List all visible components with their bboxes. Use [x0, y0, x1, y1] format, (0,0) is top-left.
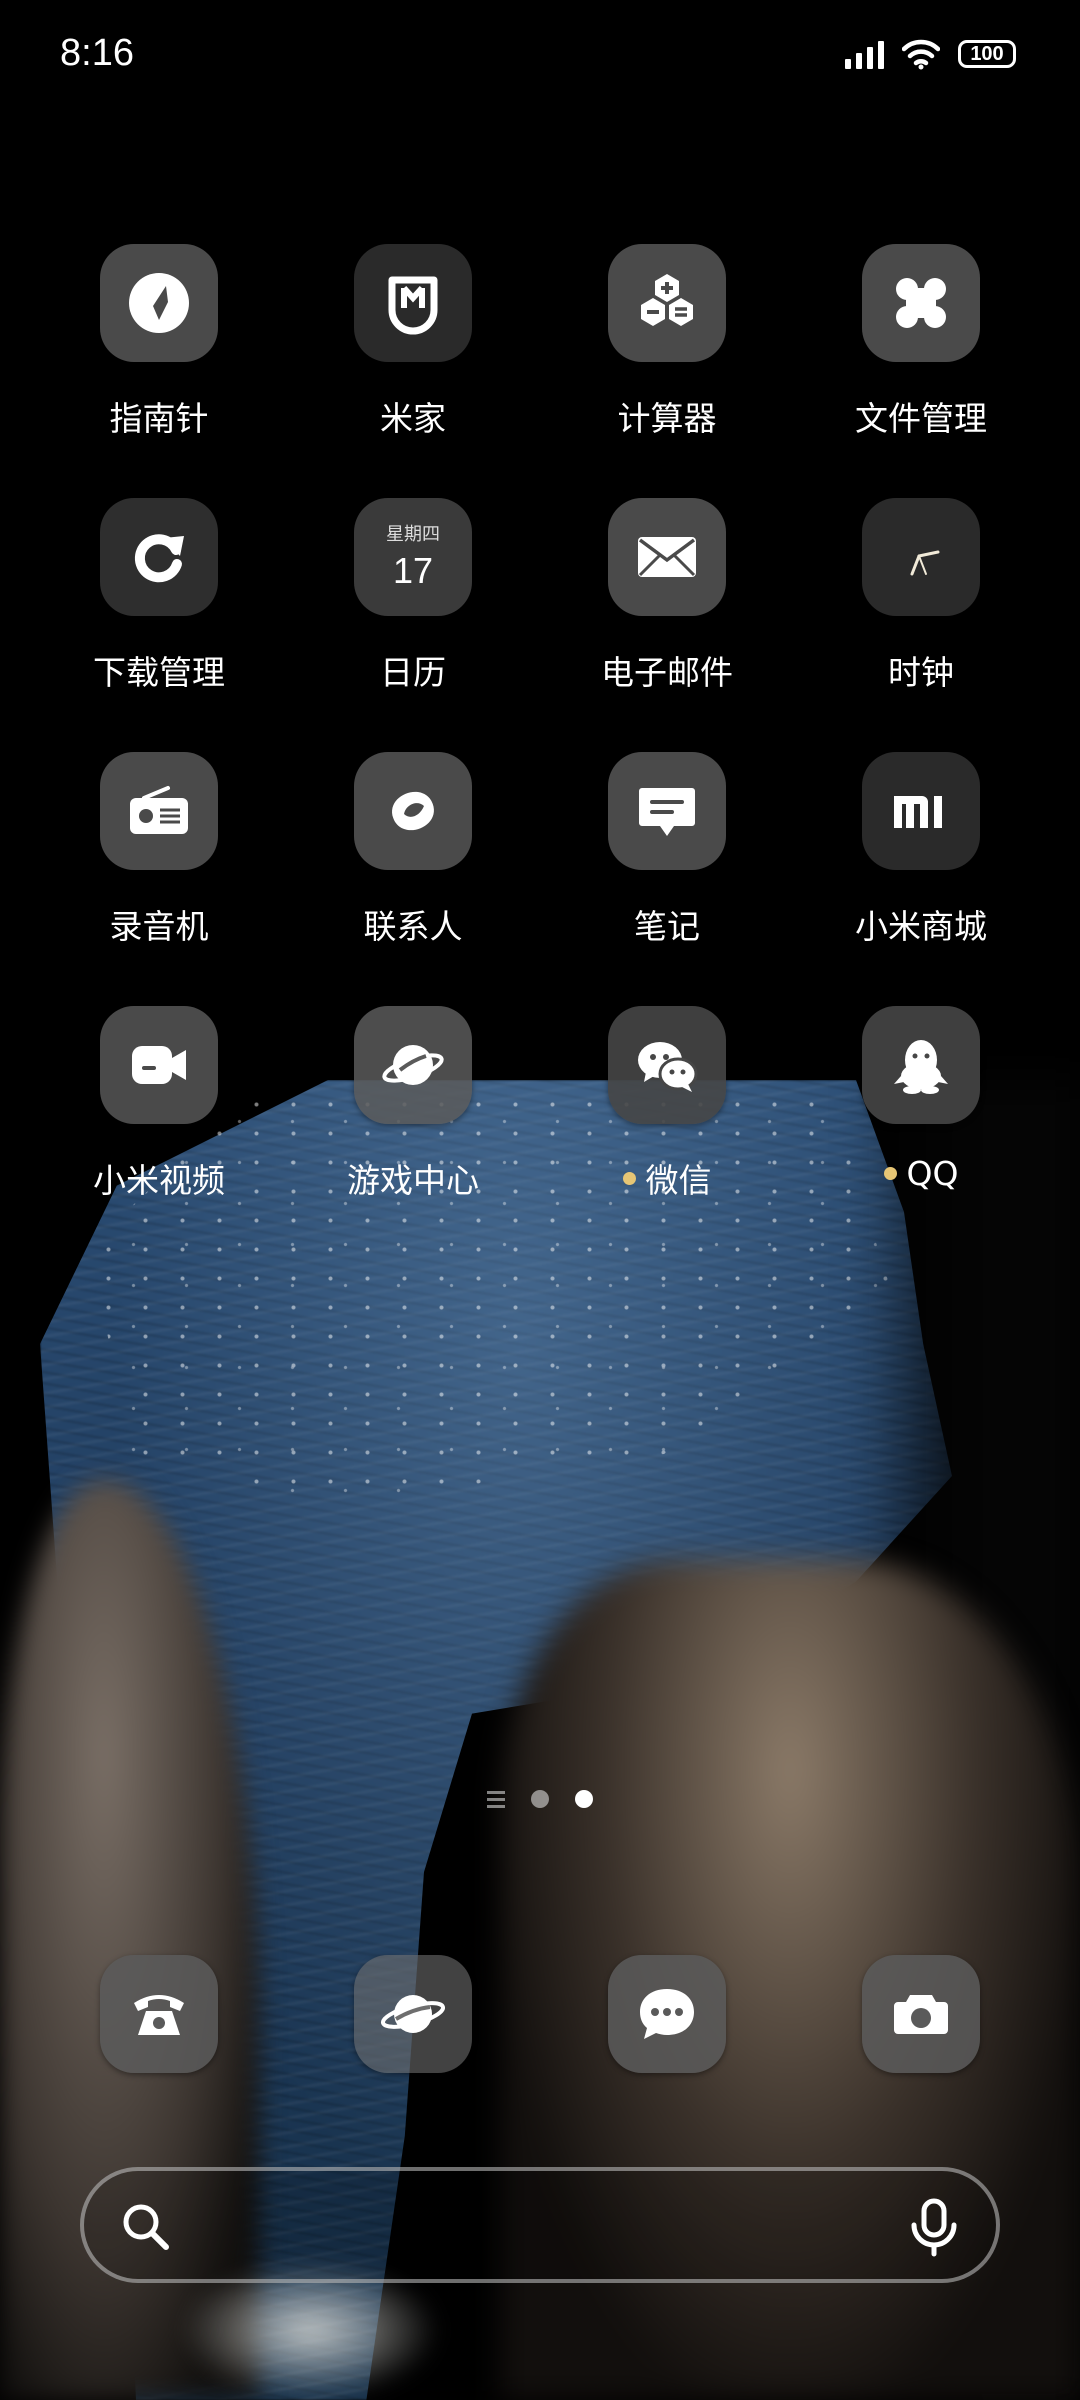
app-icon-bg [608, 498, 726, 616]
file-manager-icon [896, 278, 946, 328]
app-label: 计算器 [617, 399, 717, 438]
game-center-icon [382, 1045, 444, 1085]
page-indicator-menu-icon[interactable] [487, 1790, 505, 1808]
browser-icon [380, 1995, 446, 2033]
home-screen: 8:16 100 指南针 米家 计算器 文件管理 下载管理 星期四 17 日历 … [0, 0, 1080, 2400]
wifi-icon [902, 39, 940, 70]
app-compass[interactable]: 指南针 [59, 244, 259, 464]
app-notes[interactable]: 笔记 [567, 752, 767, 972]
app-email[interactable]: 电子邮件 [567, 498, 767, 718]
compass-icon [129, 273, 189, 333]
app-icon-bg [862, 1006, 980, 1124]
app-label: 文件管理 [855, 399, 987, 438]
search-bar[interactable] [80, 2167, 1000, 2283]
contacts-icon [392, 791, 434, 831]
app-label: 米家 [380, 399, 446, 438]
app-calendar[interactable]: 星期四 17 日历 [313, 498, 513, 718]
wechat-icon [638, 1042, 698, 1092]
download-manager-icon [134, 534, 184, 583]
clock-icon [910, 550, 940, 576]
app-icon-bg: 星期四 17 [354, 498, 472, 616]
status-time: 8:16 [60, 32, 134, 74]
status-icons: 100 [845, 38, 1016, 70]
calculator-icon [641, 274, 693, 326]
search-icon[interactable] [120, 2201, 172, 2253]
messages-icon [640, 1989, 694, 2039]
app-clock[interactable]: 时钟 [821, 498, 1021, 718]
mi-store-icon [894, 796, 942, 828]
app-icon-bg [862, 1955, 980, 2073]
app-game-center[interactable]: 游戏中心 [313, 1006, 513, 1226]
page-dot-2[interactable] [575, 1790, 593, 1808]
app-recorder[interactable]: 录音机 [59, 752, 259, 972]
phone-icon [134, 1995, 184, 2035]
notification-dot [883, 1167, 897, 1180]
app-label: 电子邮件 [601, 653, 733, 692]
calendar-weekday: 星期四 [386, 524, 440, 545]
page-indicator[interactable] [0, 1790, 1080, 1808]
calendar-day: 17 [392, 550, 434, 591]
app-label: 笔记 [634, 907, 700, 946]
app-calculator[interactable]: 计算器 [567, 244, 767, 464]
app-label: 录音机 [109, 907, 209, 946]
dock-phone[interactable] [59, 1955, 259, 2175]
app-icon-bg [608, 244, 726, 362]
mic-icon[interactable] [906, 2197, 962, 2257]
app-mijia[interactable]: 米家 [313, 244, 513, 464]
app-icon-bg [100, 752, 218, 870]
app-icon-bg [862, 244, 980, 362]
app-mi-store[interactable]: 小米商城 [821, 752, 1021, 972]
app-mi-video[interactable]: 小米视频 [59, 1006, 259, 1226]
app-label: 游戏中心 [347, 1161, 479, 1200]
recorder-icon [130, 786, 188, 834]
dock-browser[interactable] [313, 1955, 513, 2175]
mijia-icon [388, 276, 438, 335]
app-label: QQ [883, 1154, 958, 1193]
notes-icon [639, 788, 695, 836]
app-icon-bg [354, 244, 472, 362]
signal-icon [845, 39, 884, 69]
app-icon-bg [100, 1006, 218, 1124]
page-dot-1[interactable] [531, 1790, 549, 1808]
app-label: 联系人 [363, 907, 463, 946]
dock-camera[interactable] [821, 1955, 1021, 2175]
app-icon-bg [100, 244, 218, 362]
app-icon-bg [862, 498, 980, 616]
app-icon-bg [608, 1006, 726, 1124]
qq-icon [894, 1040, 948, 1094]
app-label: 小米视频 [93, 1161, 225, 1200]
app-label: 日历 [380, 653, 446, 692]
dock-messages[interactable] [567, 1955, 767, 2175]
app-download-manager[interactable]: 下载管理 [59, 498, 259, 718]
app-label: 时钟 [888, 653, 954, 692]
app-icon-bg [354, 1006, 472, 1124]
battery-icon: 100 [958, 40, 1016, 68]
battery-level: 100 [970, 43, 1004, 65]
app-icon-bg [862, 752, 980, 870]
app-label: 小米商城 [855, 907, 987, 946]
app-qq[interactable]: QQ [821, 1006, 1021, 1226]
app-wechat[interactable]: 微信 [567, 1006, 767, 1226]
app-contacts[interactable]: 联系人 [313, 752, 513, 972]
app-icon-bg [354, 1955, 472, 2073]
app-label: 下载管理 [93, 653, 225, 692]
app-icon-bg [100, 498, 218, 616]
app-file-manager[interactable]: 文件管理 [821, 244, 1021, 464]
status-bar: 8:16 100 [0, 0, 1080, 110]
app-label: 指南针 [109, 399, 209, 438]
notification-dot [622, 1171, 636, 1185]
app-icon-bg [608, 1955, 726, 2073]
camera-icon [894, 1995, 948, 2034]
mi-video-icon [132, 1046, 186, 1084]
app-icon-bg [608, 752, 726, 870]
email-icon [638, 537, 696, 577]
app-icon-bg [100, 1955, 218, 2073]
app-icon-bg [354, 752, 472, 870]
app-label: 微信 [622, 1154, 712, 1202]
